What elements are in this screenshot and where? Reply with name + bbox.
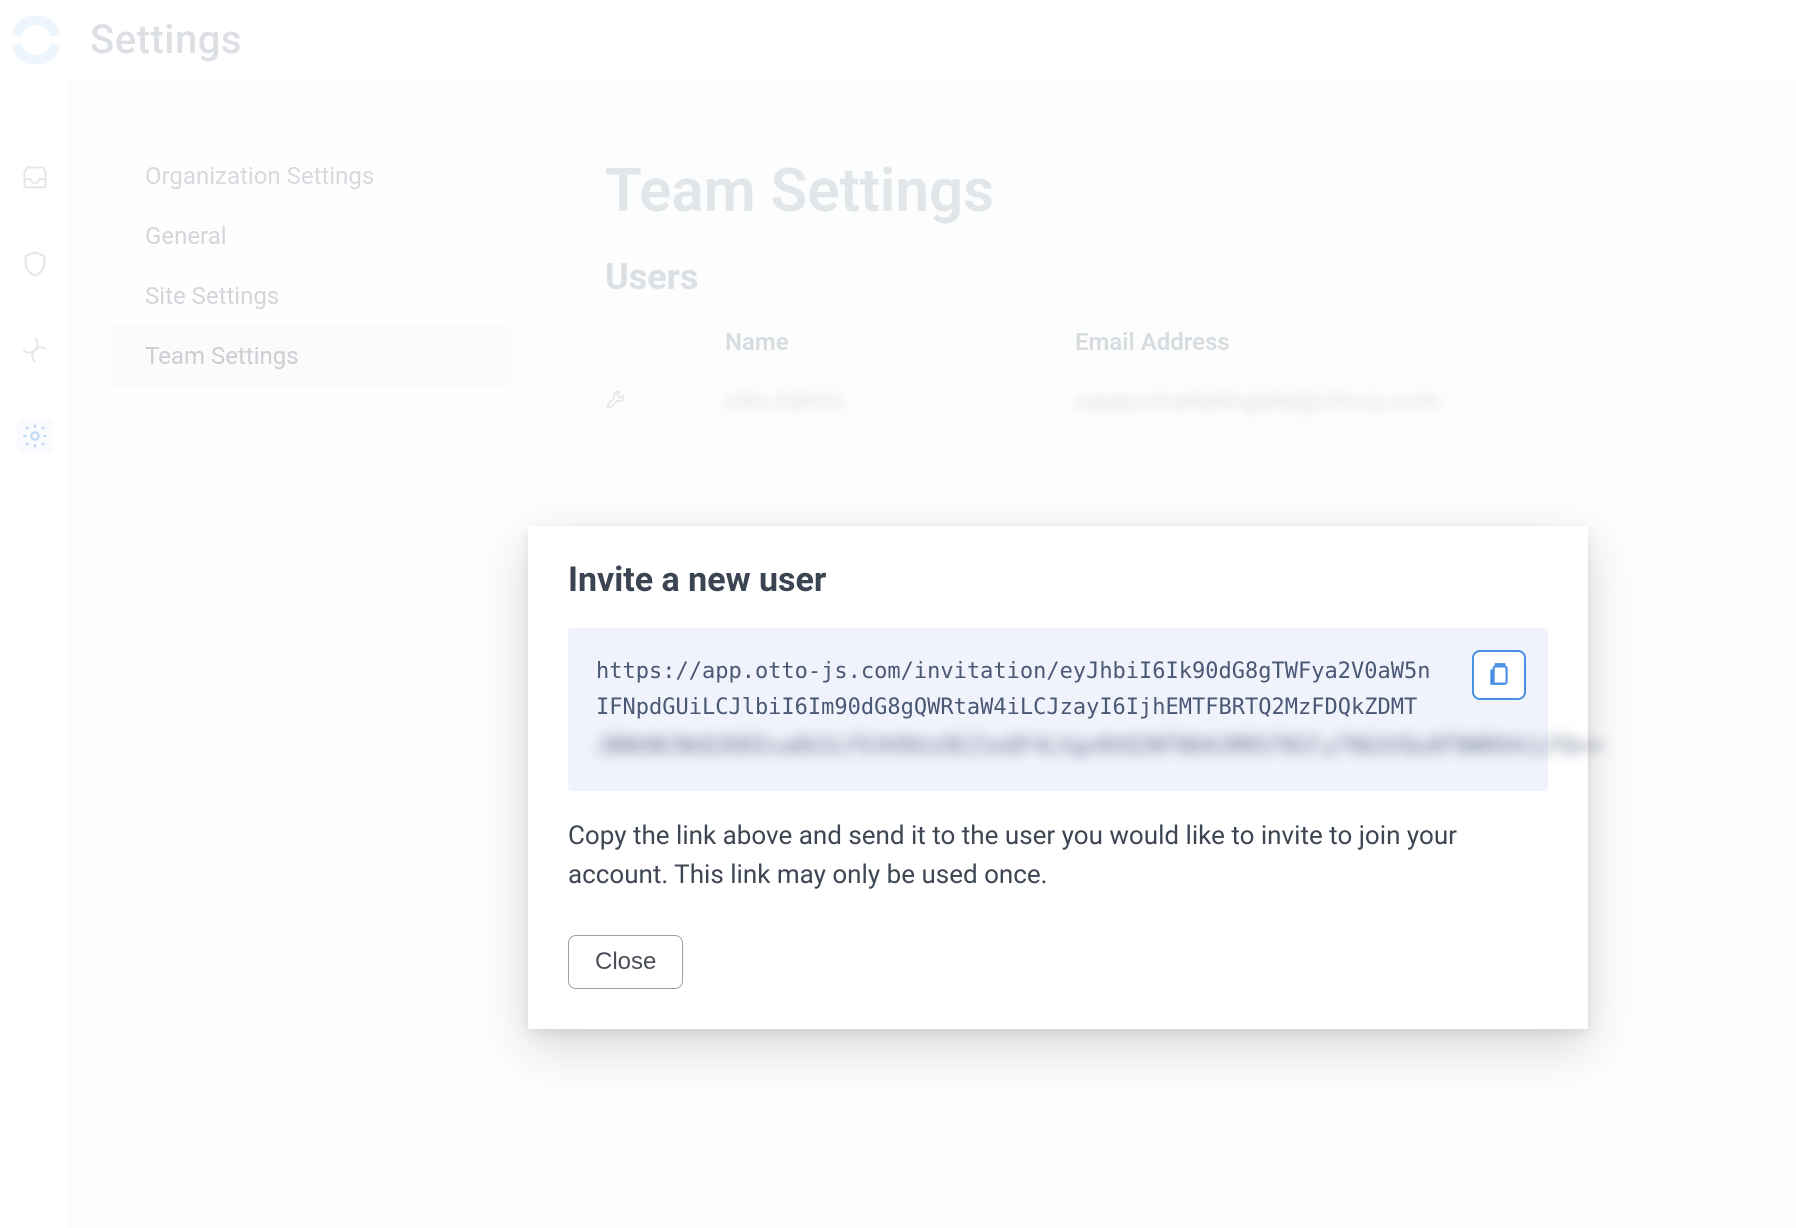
modal-title: Invite a new user [568, 560, 1548, 600]
copy-link-button[interactable] [1472, 650, 1526, 700]
clipboard-icon [1486, 661, 1512, 690]
invite-link-obscured: JBNUNCNUQ3OEExa0U1LFE4VDUzOEZ1eQF4LXgnRX… [596, 729, 1520, 765]
invite-link-text[interactable]: https://app.otto-js.com/invitation/eyJhb… [596, 654, 1520, 727]
invite-user-modal: Invite a new user https://app.otto-js.co… [528, 526, 1588, 1029]
close-button[interactable]: Close [568, 935, 683, 989]
invite-link-box: https://app.otto-js.com/invitation/eyJhb… [568, 628, 1548, 791]
modal-description: Copy the link above and send it to the u… [568, 817, 1548, 895]
close-button-label: Close [595, 948, 656, 975]
